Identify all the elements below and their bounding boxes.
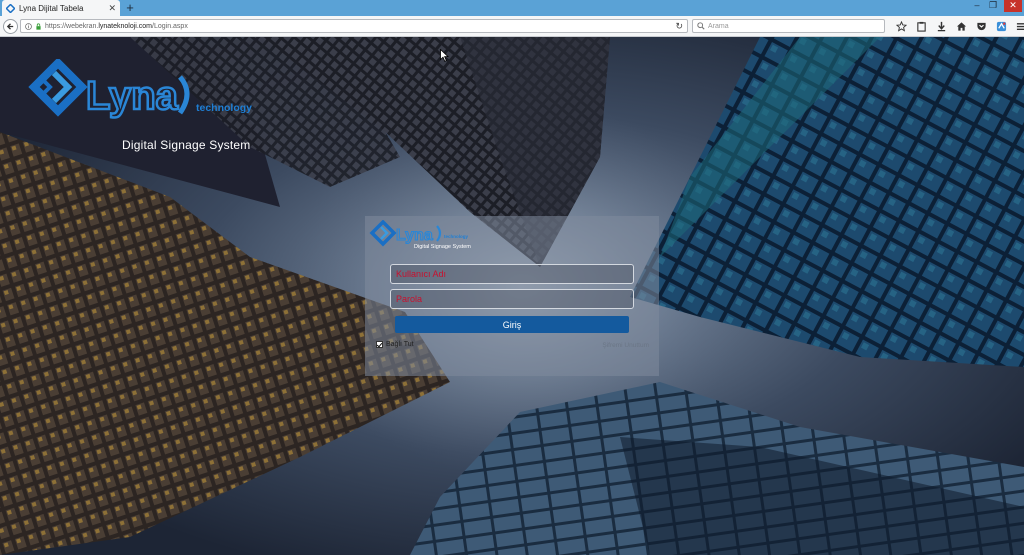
mouse-cursor-icon bbox=[440, 49, 449, 62]
clipboard-icon[interactable] bbox=[911, 19, 931, 33]
remember-me-label: Bağlı Tut bbox=[386, 341, 414, 348]
lyna-logo-icon: Lyna technology bbox=[28, 57, 252, 119]
tab-close-icon[interactable]: ✕ bbox=[108, 3, 116, 14]
reload-icon[interactable]: ↻ bbox=[675, 21, 683, 32]
arrow-left-icon bbox=[6, 22, 14, 30]
search-placeholder: Arama bbox=[708, 22, 729, 30]
new-tab-button[interactable]: + bbox=[124, 1, 136, 15]
login-button[interactable]: Giriş bbox=[395, 316, 629, 333]
logo-suffix: technology bbox=[196, 102, 252, 114]
navigation-bar: https://webekran. lynateknoloji.com/Login… bbox=[0, 16, 1024, 37]
back-button[interactable] bbox=[3, 18, 18, 34]
close-window-button[interactable]: ✕ bbox=[1004, 0, 1022, 12]
login-panel: Lyna technology Digital Signage System G… bbox=[365, 216, 659, 376]
maximize-button[interactable]: ❐ bbox=[986, 0, 1000, 12]
download-icon[interactable] bbox=[931, 19, 951, 33]
login-logo-tagline: Digital Signage System bbox=[414, 244, 471, 250]
browser-tab-active[interactable]: Lyna Dijital Tabela ✕ bbox=[2, 0, 120, 16]
login-logo-suffix: technology bbox=[444, 234, 468, 239]
star-icon[interactable] bbox=[891, 19, 911, 33]
pocket-icon[interactable] bbox=[971, 19, 991, 33]
lyna-favicon-icon bbox=[6, 3, 15, 13]
info-icon[interactable] bbox=[25, 22, 32, 30]
menu-icon[interactable] bbox=[1011, 19, 1024, 33]
url-host: lynateknoloji.com bbox=[98, 22, 153, 30]
toolbar-icons bbox=[891, 19, 1024, 33]
login-logo-wordmark: Lyna bbox=[396, 227, 433, 244]
search-icon bbox=[697, 22, 705, 30]
tab-bar: Lyna Dijital Tabela ✕ + – ❐ ✕ bbox=[0, 0, 1024, 16]
forgot-password-link[interactable]: Şifremi Unuttum bbox=[602, 342, 649, 349]
tab-title: Lyna Dijital Tabela bbox=[19, 3, 84, 13]
page-viewport: Lyna technology Digital Signage System L… bbox=[0, 37, 1024, 555]
brand-tagline: Digital Signage System bbox=[122, 138, 251, 152]
remember-me-checkbox[interactable]: Bağlı Tut bbox=[376, 341, 414, 348]
home-icon[interactable] bbox=[951, 19, 971, 33]
logo-wordmark: Lyna bbox=[86, 74, 179, 118]
password-input[interactable] bbox=[390, 289, 634, 309]
url-prefix: https://webekran. bbox=[45, 22, 99, 30]
lock-icon bbox=[36, 22, 41, 30]
checkbox-checked-icon[interactable] bbox=[376, 341, 383, 348]
address-bar[interactable]: https://webekran. lynateknoloji.com/Login… bbox=[20, 19, 688, 33]
extension-icon[interactable] bbox=[991, 19, 1011, 33]
username-input[interactable] bbox=[390, 264, 634, 284]
login-logo: Lyna technology Digital Signage System bbox=[367, 219, 477, 254]
url-path: /Login.aspx bbox=[152, 22, 188, 30]
search-bar[interactable]: Arama bbox=[692, 19, 885, 33]
minimize-button[interactable]: – bbox=[970, 0, 984, 12]
brand-logo: Lyna technology Digital Signage System bbox=[18, 57, 258, 159]
